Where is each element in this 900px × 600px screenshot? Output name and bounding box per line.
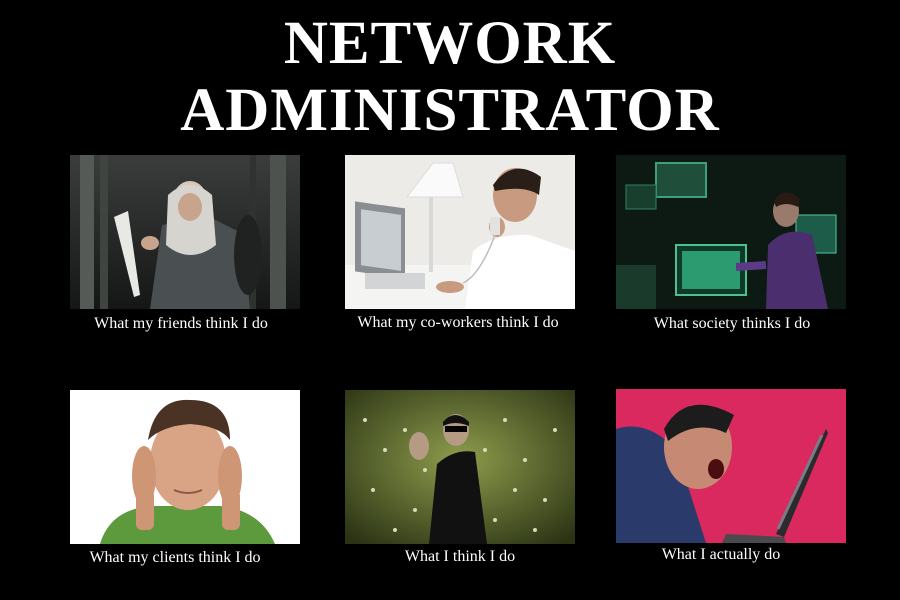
caption-friends: What my friends think I do — [94, 315, 268, 332]
panel-frustrated-image — [616, 389, 846, 543]
hacker-lab-illustration — [616, 155, 846, 309]
panel-psychic-image — [70, 390, 300, 544]
psychic-illustration — [70, 390, 300, 544]
panel-office-image — [345, 155, 575, 309]
caption-society: What society thinks I do — [653, 315, 811, 332]
caption-self: What I think I do — [404, 548, 516, 565]
panel-matrix-image — [345, 390, 575, 544]
matrix-bullet-stop-illustration — [345, 390, 575, 544]
meme-title: NETWORK ADMINISTRATOR — [0, 10, 900, 144]
title-line-1: NETWORK — [283, 10, 617, 77]
title-line-2: ADMINISTRATOR — [180, 77, 720, 144]
caption-clients: What my clients think I do — [89, 549, 261, 566]
caption-actual: What I actually do — [661, 546, 781, 563]
panel-hacker-image — [616, 155, 846, 309]
panel-wizard-image — [70, 155, 300, 309]
frustrated-laptop-illustration — [616, 389, 846, 543]
office-worker-illustration — [345, 155, 575, 309]
caption-coworkers: What my co-workers think I do — [357, 314, 559, 331]
wizard-illustration — [70, 155, 300, 309]
